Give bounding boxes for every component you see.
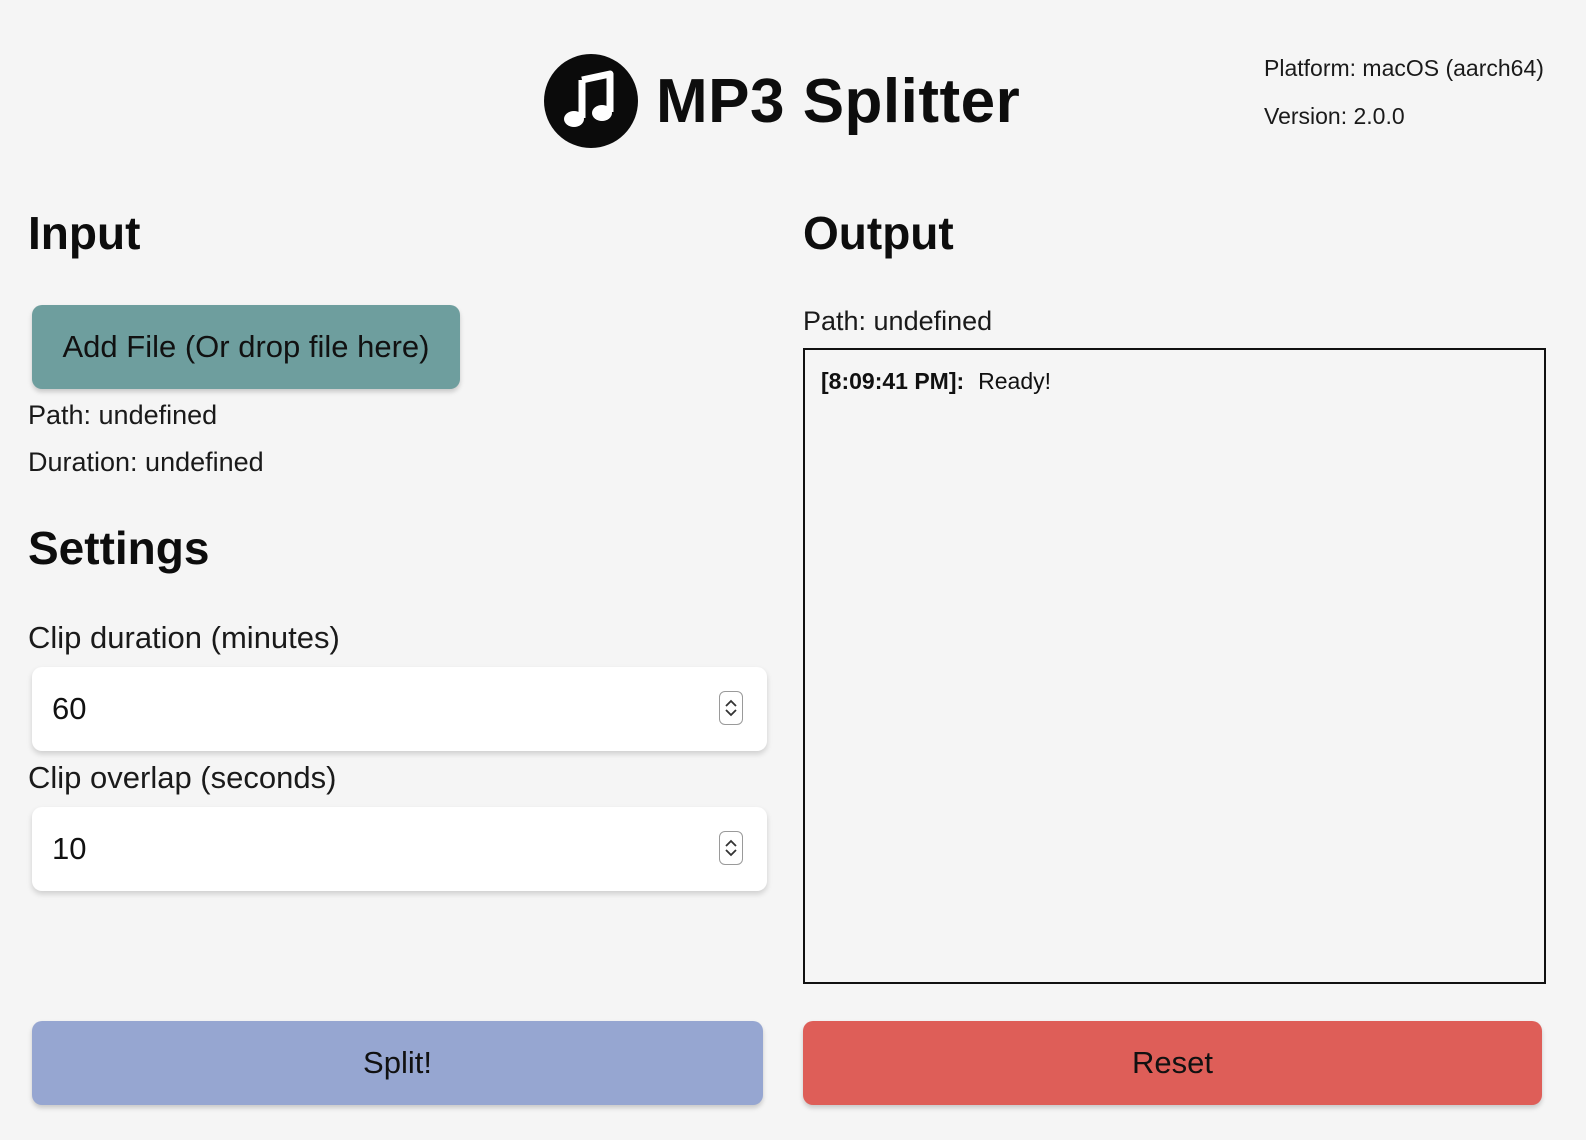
reset-button[interactable]: Reset [803, 1021, 1542, 1105]
chevron-down-icon[interactable] [724, 708, 738, 717]
clip-duration-label: Clip duration (minutes) [28, 620, 340, 655]
app-brand: MP3 Splitter [544, 54, 1020, 148]
output-heading: Output [803, 207, 954, 259]
platform-text: Platform: macOS (aarch64) [1264, 55, 1544, 81]
output-log[interactable]: [8:09:41 PM]: Ready! [803, 348, 1546, 984]
output-path-text: Path: undefined [803, 306, 993, 336]
log-entry: [8:09:41 PM]: Ready! [821, 368, 1528, 395]
clip-duration-input[interactable] [52, 667, 712, 751]
app-title: MP3 Splitter [656, 66, 1021, 136]
input-duration-text: Duration: undefined [28, 447, 264, 477]
clip-duration-stepper[interactable] [719, 691, 743, 725]
chevron-up-icon[interactable] [724, 699, 738, 708]
input-path-text: Path: undefined [28, 400, 218, 430]
settings-heading: Settings [28, 522, 210, 574]
chevron-down-icon[interactable] [724, 848, 738, 857]
log-timestamp: [8:09:41 PM]: [821, 368, 965, 394]
clip-duration-field[interactable] [32, 667, 767, 751]
clip-overlap-field[interactable] [32, 807, 767, 891]
chevron-up-icon[interactable] [724, 839, 738, 848]
app-window: MP3 Splitter Platform: macOS (aarch64) V… [0, 0, 1586, 1140]
music-note-icon [544, 54, 638, 148]
input-heading: Input [28, 207, 141, 259]
add-file-button[interactable]: Add File (Or drop file here) [32, 305, 460, 389]
version-text: Version: 2.0.0 [1264, 103, 1405, 129]
clip-overlap-stepper[interactable] [719, 831, 743, 865]
log-message: Ready! [978, 368, 1052, 394]
clip-overlap-label: Clip overlap (seconds) [28, 760, 337, 795]
clip-overlap-input[interactable] [52, 807, 712, 891]
app-meta: Platform: macOS (aarch64) Version: 2.0.0 [1264, 44, 1544, 140]
split-button[interactable]: Split! [32, 1021, 763, 1105]
